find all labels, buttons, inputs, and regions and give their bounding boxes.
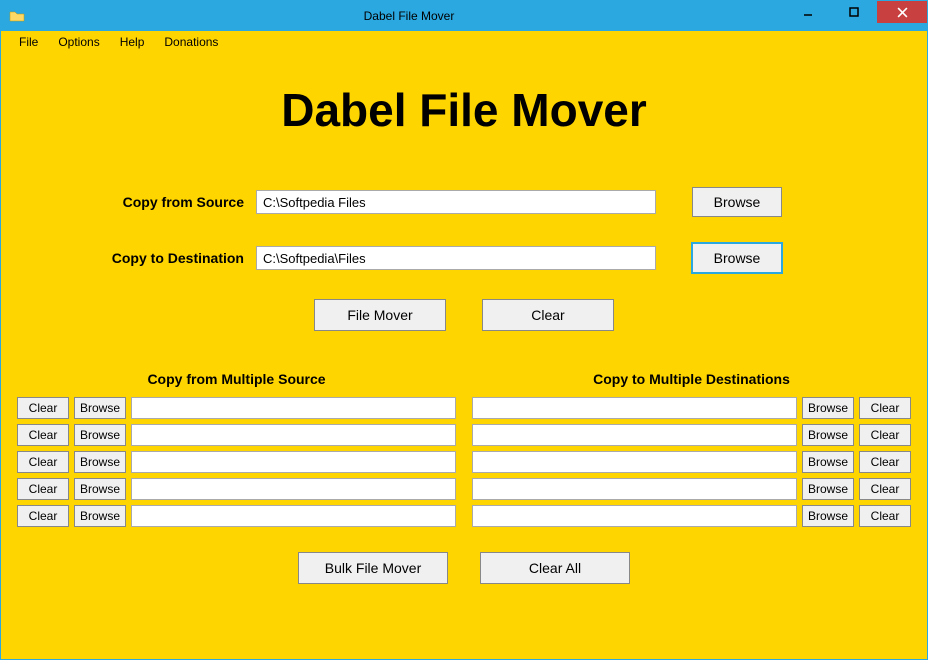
multi-section: Copy from Multiple Source Clear Browse C… — [11, 371, 917, 532]
window-title: Dabel File Mover — [33, 9, 785, 23]
multi-source-browse-2[interactable]: Browse — [74, 451, 126, 473]
menubar: File Options Help Donations — [1, 31, 927, 53]
multi-source-input-4[interactable] — [131, 505, 456, 527]
multi-dest-clear-0[interactable]: Clear — [859, 397, 911, 419]
multi-source-browse-4[interactable]: Browse — [74, 505, 126, 527]
multi-source-input-2[interactable] — [131, 451, 456, 473]
multi-source-row-2: Clear Browse — [17, 451, 456, 473]
source-label: Copy from Source — [96, 194, 256, 210]
multi-dest-browse-3[interactable]: Browse — [802, 478, 854, 500]
source-input[interactable] — [256, 190, 656, 214]
multi-source-input-3[interactable] — [131, 478, 456, 500]
multi-dest-browse-4[interactable]: Browse — [802, 505, 854, 527]
multi-dest-row-3: Browse Clear — [472, 478, 911, 500]
multi-dest-row-1: Browse Clear — [472, 424, 911, 446]
source-row: Copy from Source Browse — [11, 187, 917, 217]
bottom-action-row: Bulk File Mover Clear All — [11, 552, 917, 584]
multi-dest-clear-2[interactable]: Clear — [859, 451, 911, 473]
destination-label: Copy to Destination — [96, 250, 256, 266]
destination-browse-button[interactable]: Browse — [692, 243, 782, 273]
app-icon — [9, 8, 25, 24]
menu-help[interactable]: Help — [110, 33, 155, 51]
multi-dest-row-4: Browse Clear — [472, 505, 911, 527]
file-mover-button[interactable]: File Mover — [314, 299, 446, 331]
multi-dest-input-3[interactable] — [472, 478, 797, 500]
multi-source-clear-2[interactable]: Clear — [17, 451, 69, 473]
multi-dest-clear-3[interactable]: Clear — [859, 478, 911, 500]
titlebar[interactable]: Dabel File Mover — [1, 1, 927, 31]
multi-source-clear-1[interactable]: Clear — [17, 424, 69, 446]
multi-dest-clear-1[interactable]: Clear — [859, 424, 911, 446]
multi-dest-input-1[interactable] — [472, 424, 797, 446]
multi-dest-column: Copy to Multiple Destinations Browse Cle… — [472, 371, 911, 532]
multi-dest-row-0: Browse Clear — [472, 397, 911, 419]
multi-source-clear-3[interactable]: Clear — [17, 478, 69, 500]
multi-source-row-4: Clear Browse — [17, 505, 456, 527]
menu-donations[interactable]: Donations — [154, 33, 228, 51]
multi-source-row-1: Clear Browse — [17, 424, 456, 446]
multi-source-input-0[interactable] — [131, 397, 456, 419]
bulk-file-mover-button[interactable]: Bulk File Mover — [298, 552, 448, 584]
multi-source-column: Copy from Multiple Source Clear Browse C… — [17, 371, 456, 532]
destination-input[interactable] — [256, 246, 656, 270]
minimize-button[interactable] — [785, 1, 831, 23]
multi-dest-input-4[interactable] — [472, 505, 797, 527]
multi-source-row-0: Clear Browse — [17, 397, 456, 419]
action-row: File Mover Clear — [11, 299, 917, 331]
source-browse-button[interactable]: Browse — [692, 187, 782, 217]
clear-button[interactable]: Clear — [482, 299, 614, 331]
multi-dest-row-2: Browse Clear — [472, 451, 911, 473]
multi-dest-header: Copy to Multiple Destinations — [472, 371, 911, 387]
multi-dest-browse-2[interactable]: Browse — [802, 451, 854, 473]
multi-source-clear-4[interactable]: Clear — [17, 505, 69, 527]
window-controls — [785, 1, 927, 31]
content-area: Dabel File Mover Copy from Source Browse… — [1, 53, 927, 659]
multi-dest-input-0[interactable] — [472, 397, 797, 419]
multi-source-header: Copy from Multiple Source — [17, 371, 456, 387]
app-window: Dabel File Mover File Options Help Donat… — [0, 0, 928, 660]
menu-options[interactable]: Options — [48, 33, 109, 51]
page-title: Dabel File Mover — [11, 83, 917, 137]
multi-dest-browse-1[interactable]: Browse — [802, 424, 854, 446]
multi-source-browse-0[interactable]: Browse — [74, 397, 126, 419]
multi-source-clear-0[interactable]: Clear — [17, 397, 69, 419]
destination-row: Copy to Destination Browse — [11, 243, 917, 273]
multi-source-browse-1[interactable]: Browse — [74, 424, 126, 446]
multi-source-input-1[interactable] — [131, 424, 456, 446]
multi-source-browse-3[interactable]: Browse — [74, 478, 126, 500]
multi-source-row-3: Clear Browse — [17, 478, 456, 500]
close-button[interactable] — [877, 1, 927, 23]
multi-dest-browse-0[interactable]: Browse — [802, 397, 854, 419]
maximize-button[interactable] — [831, 1, 877, 23]
clear-all-button[interactable]: Clear All — [480, 552, 630, 584]
menu-file[interactable]: File — [9, 33, 48, 51]
multi-dest-clear-4[interactable]: Clear — [859, 505, 911, 527]
multi-dest-input-2[interactable] — [472, 451, 797, 473]
